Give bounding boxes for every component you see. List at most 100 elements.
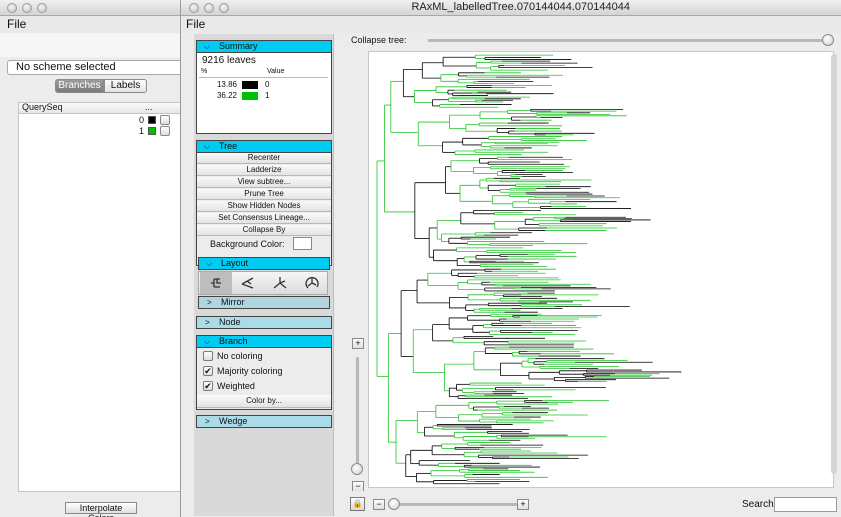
legend-row-button[interactable] bbox=[160, 115, 170, 125]
summary-header[interactable]: ⌵ Summary bbox=[196, 40, 332, 53]
minimize-window-button[interactable] bbox=[22, 3, 32, 13]
summary-value: 0 bbox=[265, 80, 270, 89]
legend-color-swatch[interactable] bbox=[148, 116, 156, 124]
value-column-header: Value bbox=[267, 68, 285, 75]
no-coloring-label: No coloring bbox=[217, 351, 263, 361]
summary-header-label: Summary bbox=[219, 41, 258, 51]
legend-color-swatch[interactable] bbox=[148, 127, 156, 135]
menu-file[interactable]: File bbox=[186, 17, 205, 31]
layout-header-label: Layout bbox=[221, 258, 249, 268]
wedge-header-label: Wedge bbox=[219, 416, 248, 426]
wedge-header[interactable]: > Wedge bbox=[196, 415, 332, 428]
chevron-right-icon: > bbox=[205, 318, 210, 327]
control-panel: ⌵ Summary 9216 leaves % Value 13.86 0 36… bbox=[196, 37, 332, 433]
chevron-down-icon: ⌵ bbox=[204, 337, 211, 346]
branch-header[interactable]: ⌵ Branch bbox=[196, 335, 332, 348]
layout-icon-bar bbox=[198, 271, 328, 295]
collapse-tree-slider-knob[interactable] bbox=[822, 34, 834, 46]
phylogenetic-tree bbox=[376, 54, 682, 485]
legend-row-label: 1 bbox=[139, 126, 145, 136]
mirror-header[interactable]: > Mirror bbox=[198, 296, 330, 309]
close-window-button[interactable] bbox=[7, 3, 17, 13]
tab-labels[interactable]: Labels bbox=[104, 79, 147, 93]
chevron-right-icon: > bbox=[205, 417, 210, 426]
layout-header[interactable]: ⌵ Layout bbox=[198, 257, 330, 270]
legend-toolbar-area bbox=[0, 33, 199, 57]
branch-header-label: Branch bbox=[219, 336, 248, 346]
percent-column-header: % bbox=[201, 68, 208, 75]
search-label: Search: bbox=[742, 499, 777, 510]
chevron-down-icon: ⌵ bbox=[204, 42, 211, 51]
mirror-label: Mirror bbox=[221, 297, 245, 307]
summary-row: 13.86 0 bbox=[199, 80, 328, 90]
window-title: RAxML_labelledTree.070144044.070144044 bbox=[411, 1, 630, 13]
node-header-label: Node bbox=[219, 317, 241, 327]
color-by-button[interactable]: Color by... bbox=[197, 395, 331, 408]
summary-row: 36.22 1 bbox=[199, 91, 328, 101]
summary-table-header: % Value bbox=[199, 68, 328, 78]
collapse-tree-label: Collapse tree: bbox=[351, 35, 407, 45]
tree-viewer-window: RAxML_labelledTree.070144044.070144044 F… bbox=[180, 0, 841, 517]
tree-header-label: Tree bbox=[219, 141, 238, 151]
collapse-tree-slider[interactable] bbox=[428, 39, 833, 42]
node-header[interactable]: > Node bbox=[196, 316, 332, 329]
triangular-layout-icon[interactable] bbox=[232, 272, 264, 294]
interpolate-colors-button[interactable]: Interpolate Colors bbox=[65, 502, 137, 517]
no-coloring-checkbox[interactable] bbox=[203, 351, 213, 361]
legend-table-header: QuerySeq ... bbox=[19, 102, 199, 114]
tree-window-titlebar: RAxML_labelledTree.070144044.070144044 bbox=[181, 0, 841, 16]
leaf-count: 9216 leaves bbox=[202, 55, 256, 66]
summary-color-swatch bbox=[242, 81, 258, 89]
search-input[interactable] bbox=[774, 497, 837, 512]
majority-coloring-checkbox[interactable]: ✔ bbox=[203, 366, 213, 376]
column-header-more[interactable]: ... bbox=[145, 102, 153, 112]
summary-color-swatch bbox=[242, 92, 258, 100]
column-header-queryseq[interactable]: QuerySeq bbox=[22, 102, 63, 112]
legend-row: 0 bbox=[19, 115, 199, 126]
scheme-select[interactable]: No scheme selected bbox=[7, 60, 197, 75]
background-color-swatch[interactable] bbox=[293, 237, 312, 250]
horizontal-zoom-slider-knob[interactable] bbox=[388, 498, 400, 510]
circular-layout-icon[interactable] bbox=[296, 272, 328, 294]
legend-row-button[interactable] bbox=[160, 126, 170, 136]
chevron-down-icon: ⌵ bbox=[204, 142, 211, 151]
background-color-label: Background Color: bbox=[210, 239, 285, 249]
weighted-checkbox[interactable]: ✔ bbox=[203, 381, 213, 391]
summary-percent: 36.22 bbox=[216, 91, 237, 100]
chevron-down-icon: ⌵ bbox=[206, 259, 213, 268]
legend-window-titlebar bbox=[0, 0, 199, 16]
tree-menubar: File bbox=[181, 16, 841, 33]
horizontal-zoom-slider[interactable] bbox=[390, 503, 520, 506]
tree-header[interactable]: ⌵ Tree bbox=[196, 140, 332, 153]
view-subtree-button[interactable]: View subtree... bbox=[197, 177, 331, 188]
rectangular-layout-icon[interactable] bbox=[200, 272, 232, 294]
zoom-window-button[interactable] bbox=[37, 3, 47, 13]
collapse-by-button[interactable]: Collapse By bbox=[197, 225, 331, 236]
recenter-button[interactable]: Recenter bbox=[197, 153, 331, 164]
horizontal-zoom-out-button[interactable]: − bbox=[373, 499, 385, 510]
tab-branches[interactable]: Branches bbox=[55, 79, 104, 93]
prune-tree-button[interactable]: Prune Tree bbox=[197, 189, 331, 200]
zoom-in-button[interactable]: + bbox=[352, 338, 364, 349]
branch-panel: No coloring ✔ Majority coloring ✔ Weight… bbox=[196, 348, 332, 410]
legend-menubar: File bbox=[0, 16, 199, 33]
summary-value: 1 bbox=[265, 91, 270, 100]
tree-canvas[interactable] bbox=[368, 51, 834, 488]
vertical-zoom-slider[interactable] bbox=[356, 357, 359, 475]
tree-branches bbox=[376, 54, 682, 485]
chevron-right-icon: > bbox=[207, 298, 212, 307]
show-hidden-nodes-button[interactable]: Show Hidden Nodes bbox=[197, 201, 331, 212]
set-consensus-lineage-button[interactable]: Set Consensus Lineage... bbox=[197, 213, 331, 224]
legend-row-label: 0 bbox=[139, 115, 145, 125]
tree-vertical-scrollbar[interactable] bbox=[831, 54, 837, 474]
lock-icon[interactable]: 🔒 bbox=[350, 497, 365, 511]
ladderize-button[interactable]: Ladderize bbox=[197, 165, 331, 176]
menu-file[interactable]: File bbox=[7, 17, 26, 31]
horizontal-zoom-in-button[interactable]: + bbox=[517, 499, 529, 510]
legend-window: File No scheme selected Branches Labels … bbox=[0, 0, 200, 517]
legend-row: 1 bbox=[19, 126, 199, 137]
summary-panel: 9216 leaves % Value 13.86 0 36.22 1 bbox=[196, 53, 332, 134]
majority-coloring-label: Majority coloring bbox=[217, 366, 283, 376]
vertical-zoom-slider-knob[interactable] bbox=[351, 463, 363, 475]
radial-layout-icon[interactable] bbox=[264, 272, 296, 294]
